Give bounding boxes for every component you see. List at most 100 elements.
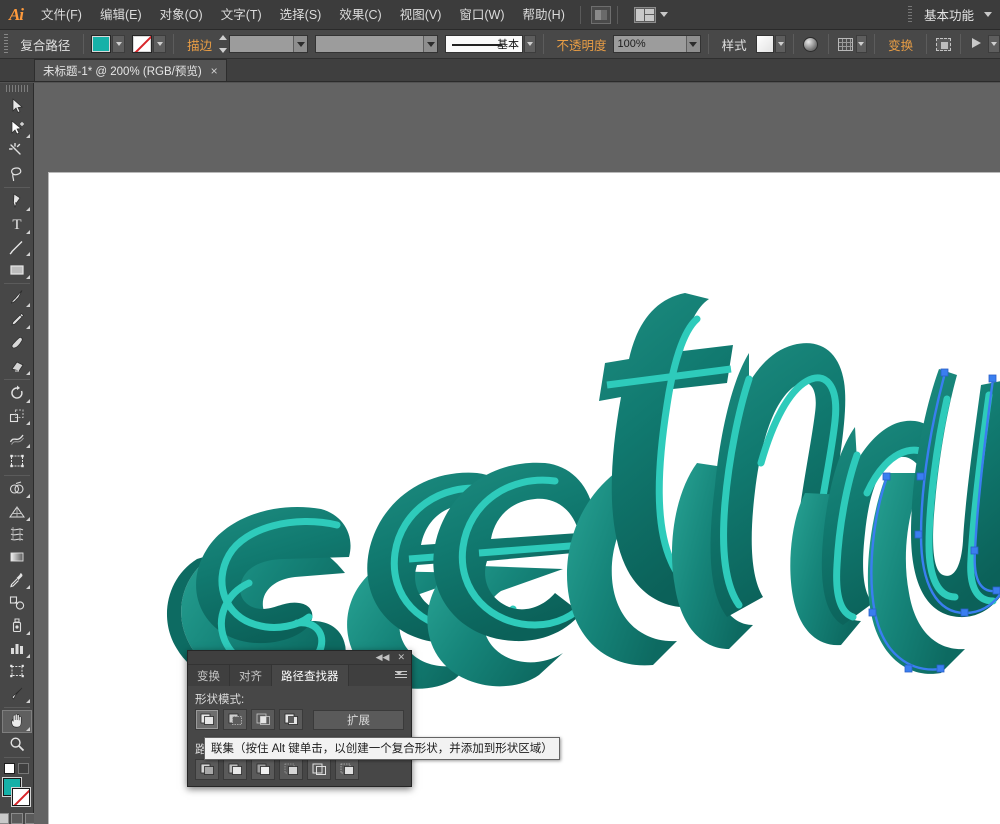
gradient-tool[interactable] (2, 546, 32, 569)
divide-button[interactable] (195, 759, 219, 780)
direct-selection-tool[interactable] (2, 117, 32, 140)
free-transform-tool[interactable] (2, 450, 32, 473)
graphic-style-swatch[interactable] (756, 35, 774, 53)
menu-file[interactable]: 文件(F) (32, 0, 91, 30)
intersect-button[interactable] (251, 709, 275, 730)
stroke-weight-chevron-icon[interactable] (293, 36, 308, 52)
type-tool[interactable]: T (2, 213, 32, 236)
expand-button[interactable]: 扩展 (313, 709, 404, 730)
lasso-tool[interactable] (2, 162, 32, 185)
minus-back-button[interactable] (335, 759, 359, 780)
fill-control[interactable] (91, 35, 126, 53)
menu-view[interactable]: 视图(V) (391, 0, 451, 30)
mesh-tool[interactable] (2, 523, 32, 546)
selected-object-type: 复合路径 (20, 38, 71, 53)
crop-button[interactable] (279, 759, 303, 780)
stroke-control[interactable] (132, 35, 167, 53)
bridge-icon[interactable] (590, 5, 611, 24)
blob-brush-tool[interactable] (2, 331, 32, 354)
document-tab[interactable]: 未标题-1* @ 200% (RGB/预览) × (34, 59, 227, 81)
scale-tool[interactable] (2, 405, 32, 428)
magic-wand-tool[interactable] (2, 140, 32, 163)
stroke-profile-field[interactable]: 基本 (445, 35, 523, 53)
close-icon[interactable]: × (211, 65, 218, 77)
minus-front-button[interactable] (223, 709, 247, 730)
stroke-profile-chevron-icon[interactable] (523, 35, 536, 53)
pencil-tool[interactable] (2, 309, 32, 332)
toolbox-grip[interactable] (5, 85, 28, 93)
unite-button[interactable] (195, 709, 219, 730)
opacity-field[interactable]: 100% (612, 35, 701, 53)
stroke-dropdown-icon[interactable] (153, 35, 167, 53)
arrange-documents-button[interactable] (633, 6, 668, 23)
menu-type[interactable]: 文字(T) (212, 0, 271, 30)
panel-menu-button[interactable] (391, 665, 411, 686)
pathfinder-panel[interactable]: ◀◀ ✕ 变换 对齐 路径查找器 形状模式: 扩展 路径查找器: (187, 650, 560, 787)
opacity-mask-chevron-icon[interactable] (855, 35, 868, 53)
paintbrush-tool[interactable] (2, 286, 32, 309)
stroke-style-field[interactable] (315, 35, 439, 53)
rotate-tool[interactable] (2, 382, 32, 405)
arrange-button[interactable] (968, 34, 987, 54)
transform-label[interactable]: 变换 (882, 35, 919, 54)
menu-edit[interactable]: 编辑(E) (91, 0, 151, 30)
menu-window[interactable]: 窗口(W) (450, 0, 513, 30)
artboard-tool[interactable] (2, 660, 32, 683)
symbol-sprayer-tool[interactable] (2, 614, 32, 637)
isolate-button[interactable] (934, 34, 953, 54)
svg-text:T: T (12, 217, 21, 232)
exclude-button[interactable] (279, 709, 303, 730)
tab-pathfinder[interactable]: 路径查找器 (272, 665, 349, 686)
arrange-chevron-icon[interactable] (988, 35, 1000, 53)
merge-button[interactable] (251, 759, 275, 780)
eraser-tool[interactable] (2, 354, 32, 377)
slice-tool[interactable] (2, 682, 32, 705)
trim-button[interactable] (223, 759, 247, 780)
pathfinders-row (188, 759, 411, 786)
pen-tool[interactable] (2, 190, 32, 213)
hand-tool[interactable] (1, 709, 32, 733)
column-graph-tool[interactable] (2, 637, 32, 660)
canvas-area[interactable] (34, 83, 1000, 824)
color-swatch-mode-icon[interactable] (0, 813, 9, 824)
stroke-style-chevron-icon[interactable] (423, 36, 438, 52)
line-segment-tool[interactable] (2, 236, 32, 259)
menu-select[interactable]: 选择(S) (271, 0, 331, 30)
outline-button[interactable] (307, 759, 331, 780)
control-bar-grip[interactable] (4, 34, 9, 54)
fill-color-swatch[interactable] (91, 35, 112, 53)
fill-stroke-control[interactable] (2, 778, 32, 809)
stroke-weight-label[interactable]: 描边 (181, 35, 218, 54)
tab-align[interactable]: 对齐 (230, 665, 272, 686)
opacity-chevron-icon[interactable] (685, 36, 700, 52)
shape-builder-tool[interactable] (2, 478, 32, 501)
gradient-mode-icon[interactable] (10, 813, 23, 824)
stroke-none-swatch[interactable] (132, 35, 153, 53)
swap-fill-stroke-icon[interactable] (18, 763, 29, 775)
recolor-artwork-button[interactable] (801, 34, 820, 54)
opacity-label[interactable]: 不透明度 (550, 35, 612, 54)
rectangle-tool[interactable] (2, 258, 32, 281)
menu-help[interactable]: 帮助(H) (514, 0, 574, 30)
zoom-tool[interactable] (2, 733, 32, 756)
workspace-switcher[interactable]: 基本功能 (907, 5, 1000, 24)
width-tool[interactable] (2, 427, 32, 450)
stroke-weight-stepper[interactable] (218, 35, 228, 53)
stroke-weight-field[interactable] (228, 35, 309, 53)
blend-tool[interactable] (2, 591, 32, 614)
collapse-icon[interactable]: ◀◀ (376, 653, 390, 662)
eyedropper-tool[interactable] (2, 569, 32, 592)
shape-modes-label: 形状模式: (195, 694, 245, 706)
fill-dropdown-icon[interactable] (112, 35, 126, 53)
tab-transform[interactable]: 变换 (188, 665, 230, 686)
selection-tool[interactable] (2, 94, 32, 117)
opacity-mask-button[interactable] (835, 34, 854, 54)
toolbox-stroke-swatch[interactable] (11, 788, 30, 807)
menu-object[interactable]: 对象(O) (151, 0, 212, 30)
default-fill-stroke-icon[interactable] (4, 763, 15, 775)
perspective-grid-tool[interactable] (2, 500, 32, 523)
menu-effect[interactable]: 效果(C) (330, 0, 390, 30)
style-chevron-icon[interactable] (774, 35, 787, 53)
arrange-documents-icon (633, 6, 656, 23)
close-icon[interactable]: ✕ (397, 653, 405, 662)
